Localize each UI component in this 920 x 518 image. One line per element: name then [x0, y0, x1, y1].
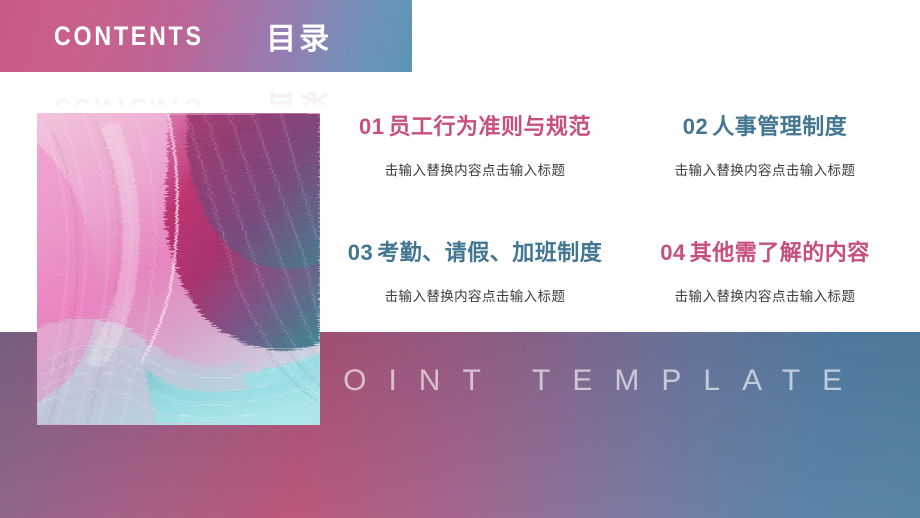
content-item-01-label: 员工行为准则与规范	[388, 114, 591, 139]
content-item-04[interactable]: 04 其他需了解的内容 击输入替换内容点击输入标题	[620, 238, 910, 306]
content-item-03[interactable]: 03 考勤、请假、加班制度 击输入替换内容点击输入标题	[330, 238, 620, 306]
silk-fabric-image	[37, 113, 320, 425]
content-item-03-title: 03 考勤、请假、加班制度	[330, 238, 620, 268]
content-item-04-number: 04	[660, 240, 686, 265]
header-chinese-title: 目录	[266, 23, 333, 56]
content-item-02[interactable]: 02 人事管理制度 击输入替换内容点击输入标题	[620, 112, 910, 180]
header-english-title-mirror: CONTENTS	[54, 93, 204, 107]
header-title-group: CONTENTS 目录	[0, 0, 412, 72]
content-item-04-subtitle: 击输入替换内容点击输入标题	[674, 289, 856, 304]
content-item-04-title: 04 其他需了解的内容	[620, 238, 910, 268]
contents-row-1: 01 员工行为准则与规范 击输入替换内容点击输入标题 02 人事管理制度 击输入替换…	[330, 112, 910, 180]
content-item-02-label: 人事管理制度	[712, 114, 848, 139]
content-item-03-number: 03	[347, 240, 374, 265]
content-item-01-title: 01 员工行为准则与规范	[330, 112, 620, 142]
content-item-03-label: 考勤、请假、加班制度	[377, 240, 603, 265]
content-item-01[interactable]: 01 员工行为准则与规范 击输入替换内容点击输入标题	[330, 112, 620, 180]
content-item-02-subtitle: 击输入替换内容点击输入标题	[674, 163, 856, 178]
content-item-04-label: 其他需了解的内容	[689, 240, 870, 265]
content-item-01-number: 01	[359, 114, 385, 139]
header-reflection-inner: CONTENTS 目录	[0, 72, 412, 106]
content-item-01-subtitle: 击输入替换内容点击输入标题	[384, 163, 566, 178]
content-item-02-number: 02	[682, 114, 709, 139]
header-chinese-title-mirror: 目录	[266, 88, 333, 106]
content-item-03-subtitle: 击输入替换内容点击输入标题	[384, 289, 566, 304]
contents-row-2: 03 考勤、请假、加班制度 击输入替换内容点击输入标题 04 其他需了解的内容 击输…	[330, 238, 910, 306]
content-item-02-title: 02 人事管理制度	[620, 112, 910, 142]
contents-grid: 01 员工行为准则与规范 击输入替换内容点击输入标题 02 人事管理制度 击输入替换…	[330, 112, 910, 322]
presentation-slide: POWERPOINT TEMPLATE CONTENTS 目录 CONTENTS…	[0, 0, 920, 518]
header-title-reflection: CONTENTS 目录	[0, 72, 412, 106]
header-english-title: CONTENTS	[54, 20, 204, 51]
